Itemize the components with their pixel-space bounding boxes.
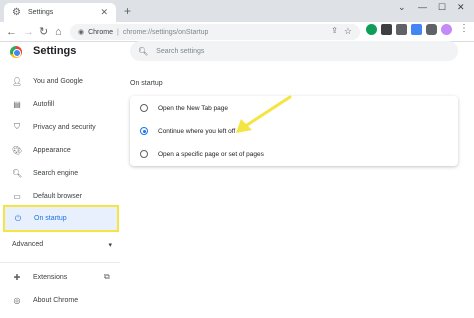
forward-icon[interactable]: →: [23, 25, 34, 39]
address-path: chrome://settings/onStartup: [122, 28, 209, 36]
extension-icon[interactable]: [366, 24, 377, 35]
option-continue[interactable]: Continue where you left off: [140, 127, 235, 135]
option-label: Open a specific page or set of pages: [158, 150, 264, 158]
sidebar-item-label: Appearance: [33, 146, 71, 154]
browser-icon: ▭: [13, 191, 21, 201]
sidebar-item-privacy[interactable]: ⛉ Privacy and security: [0, 117, 120, 137]
tab-settings[interactable]: ⚙ Settings ✕: [4, 3, 116, 22]
sidebar-item-label: Extensions: [33, 273, 68, 281]
clipboard-icon: ▤: [13, 99, 21, 109]
annotation-arrow: [236, 95, 292, 133]
address-host: Chrome: [88, 28, 114, 36]
chrome-site-icon: ◉: [78, 29, 85, 36]
new-tab-button[interactable]: +: [124, 4, 131, 18]
advanced-label: Advanced: [12, 241, 44, 248]
sidebar-item-about-chrome[interactable]: ◎ About Chrome: [0, 290, 120, 310]
bookmark-star-icon[interactable]: ☆: [344, 26, 352, 37]
sidebar-item-label: About Chrome: [33, 296, 79, 304]
chevron-down-icon: ▾: [108, 242, 112, 249]
sidebar-divider: [0, 262, 120, 263]
sidebar-item-label: Default browser: [33, 192, 83, 200]
option-label: Continue where you left off: [158, 127, 236, 135]
address-separator: |: [117, 28, 119, 36]
search-icon: 🔍︎: [138, 46, 149, 56]
puzzle-icon[interactable]: [426, 24, 437, 35]
extension-icon[interactable]: [396, 24, 407, 35]
sidebar-item-label: Autofill: [33, 100, 55, 108]
search-icon: 🔍︎: [12, 168, 23, 178]
back-icon[interactable]: ←: [6, 25, 17, 39]
address-bar[interactable]: ◉ Chrome | chrome://settings/onStartup ⇪…: [70, 24, 360, 40]
sidebar-item-appearance[interactable]: 🎨︎ Appearance: [0, 140, 120, 160]
radio-button[interactable]: [140, 150, 148, 158]
menu-icon[interactable]: ⋮: [459, 23, 469, 34]
maximize-icon[interactable]: ☐: [438, 2, 446, 13]
option-specific-pages[interactable]: Open a specific page or set of pages: [140, 150, 264, 158]
extension-icon[interactable]: [411, 24, 422, 35]
sidebar-item-label: You and Google: [33, 77, 83, 85]
avatar[interactable]: [441, 24, 452, 35]
external-link-icon: ⧉: [104, 272, 110, 281]
power-icon: ⏻: [14, 213, 22, 223]
tab-strip: ⚙ Settings ✕ + ⌄ — ☐ ✕: [0, 0, 474, 22]
sidebar-item-label: Search engine: [33, 169, 79, 177]
search-placeholder: Search settings: [156, 47, 205, 55]
palette-icon: 🎨︎: [12, 145, 23, 155]
sidebar-item-default-browser[interactable]: ▭ Default browser: [0, 186, 120, 206]
chrome-icon: ◎: [13, 295, 21, 305]
home-icon[interactable]: ⌂: [55, 25, 62, 39]
reload-icon[interactable]: ↻: [39, 25, 48, 39]
close-tab-icon[interactable]: ✕: [100, 7, 108, 18]
sidebar-item-label: Privacy and security: [33, 123, 96, 131]
page-title: Settings: [33, 45, 77, 57]
shield-icon: ⛉: [14, 122, 20, 131]
sidebar-item-label: On startup: [34, 215, 67, 222]
person-icon: 👤︎: [12, 76, 23, 86]
chevron-down-icon[interactable]: ⌄: [398, 2, 406, 13]
close-window-icon[interactable]: ✕: [457, 2, 465, 13]
sidebar-item-extensions[interactable]: ✚ Extensions ⧉: [0, 267, 120, 287]
radio-button[interactable]: [140, 104, 148, 112]
radio-button-selected[interactable]: [140, 127, 148, 135]
sidebar-item-you-and-google[interactable]: 👤︎ You and Google: [0, 71, 120, 91]
sidebar-item-autofill[interactable]: ▤ Autofill: [0, 94, 120, 114]
tab-title: Settings: [28, 9, 54, 16]
minimize-icon[interactable]: —: [418, 2, 427, 12]
share-icon[interactable]: ⇪: [331, 26, 338, 35]
sidebar-item-search-engine[interactable]: 🔍︎ Search engine: [0, 163, 120, 183]
option-label: Open the New Tab page: [158, 104, 228, 112]
option-new-tab[interactable]: Open the New Tab page: [140, 104, 228, 112]
gear-icon: ⚙: [12, 6, 21, 18]
chrome-logo: [10, 46, 22, 58]
sidebar-item-on-startup[interactable]: ⏻ On startup: [3, 205, 119, 232]
search-input[interactable]: 🔍︎ Search settings: [130, 41, 458, 61]
extension-icon[interactable]: [381, 24, 392, 35]
section-title: On startup: [130, 80, 163, 87]
sidebar-advanced[interactable]: Advanced ▾: [12, 241, 112, 249]
puzzle-icon: ✚: [13, 272, 21, 282]
